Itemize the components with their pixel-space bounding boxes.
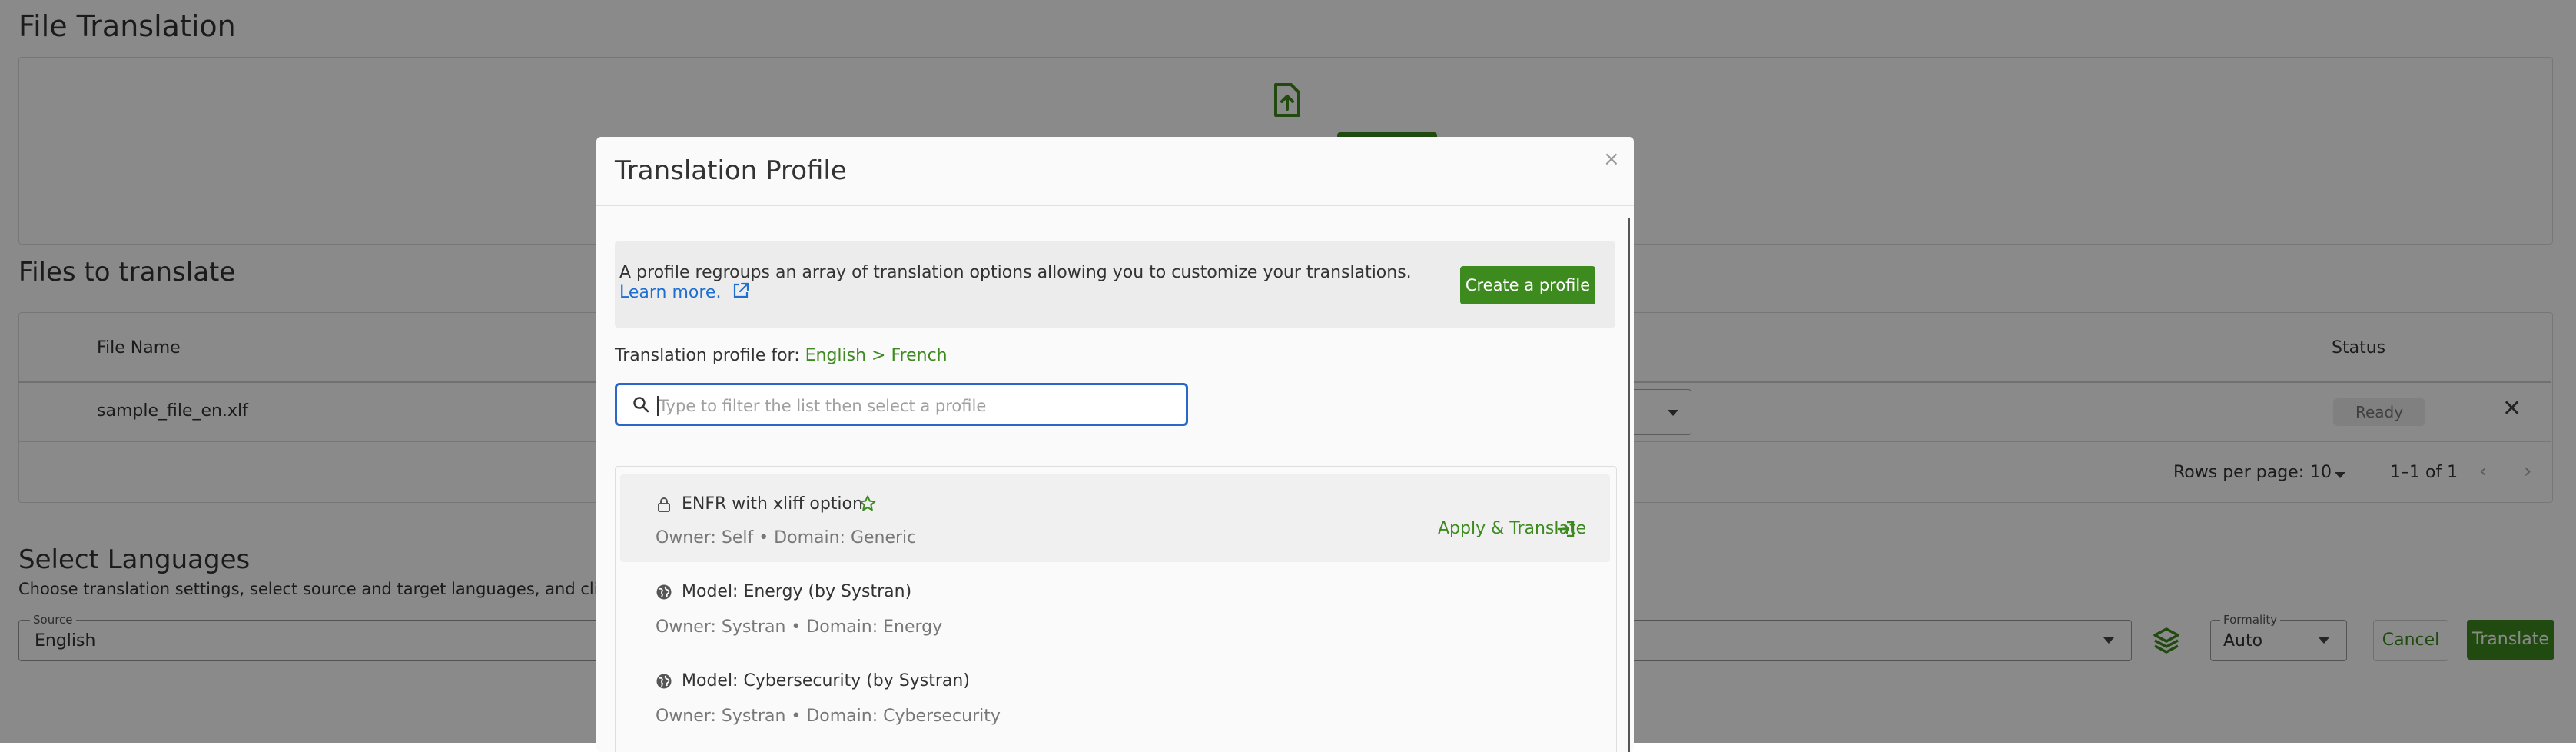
login-arrow-icon <box>1557 521 1575 537</box>
dialog-header-divider <box>596 205 1634 206</box>
profile-search-input[interactable] <box>657 394 1183 418</box>
search-icon <box>633 397 649 413</box>
profile-item[interactable]: Model: Energy (by Systran) Owner: Systra… <box>620 565 1610 653</box>
learn-more-link[interactable]: Learn more. <box>619 283 721 302</box>
profile-item[interactable]: Model: Cybersecurity (by Systran) Owner:… <box>620 654 1610 742</box>
profile-meta: Owner: Self • Domain: Generic <box>656 528 917 547</box>
profile-name: Model: Energy (by Systran) <box>682 582 912 601</box>
lock-icon <box>658 497 670 512</box>
star-icon[interactable] <box>858 494 877 513</box>
dialog-title: Translation Profile <box>615 155 847 186</box>
profile-meta: Owner: Systran • Domain: Cybersecurity <box>656 707 1001 726</box>
globe-icon <box>656 674 672 689</box>
profile-for-label: Translation profile for: English > Frenc… <box>615 346 948 365</box>
text-cursor <box>657 396 659 416</box>
globe-icon <box>656 584 672 600</box>
close-icon[interactable]: × <box>1603 148 1620 171</box>
translation-profile-dialog: Translation Profile × A profile regroups… <box>596 137 1634 752</box>
create-profile-button[interactable]: Create a profile <box>1460 266 1595 304</box>
language-pair: English > French <box>805 346 948 365</box>
profile-item[interactable]: ENFR with xliff option Owner: Self • Dom… <box>620 474 1610 562</box>
profile-list: ENFR with xliff option Owner: Self • Dom… <box>615 466 1617 752</box>
external-link-icon[interactable] <box>732 281 750 300</box>
profile-meta: Owner: Systran • Domain: Energy <box>656 617 943 637</box>
dialog-scrollbar[interactable] <box>1628 218 1630 752</box>
profile-for-text: Translation profile for: <box>615 346 800 365</box>
profile-name: ENFR with xliff option <box>682 494 863 514</box>
info-text: A profile regroups an array of translati… <box>619 263 1412 282</box>
profile-name: Model: Cybersecurity (by Systran) <box>682 671 970 690</box>
profile-search-field[interactable] <box>615 383 1188 426</box>
